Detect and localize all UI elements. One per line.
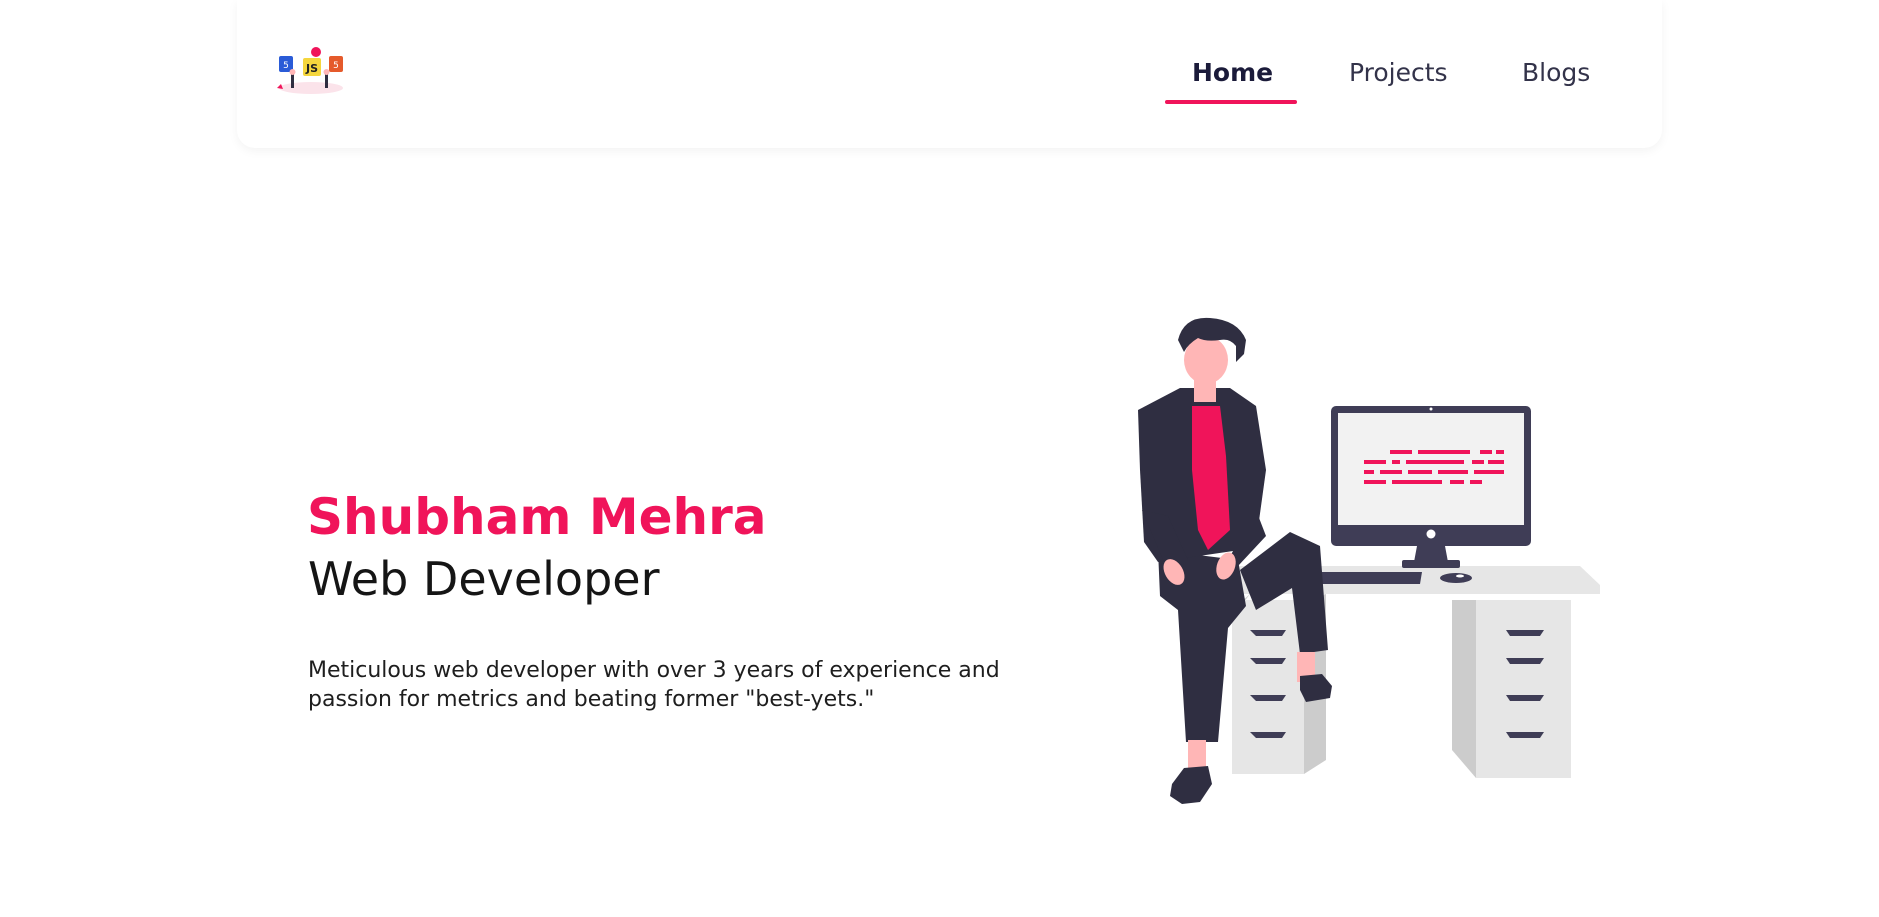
hero-description: Meticulous web developer with over 3 yea… — [308, 658, 1000, 712]
nav-active-indicator — [1165, 100, 1297, 104]
nav-home[interactable]: Home — [1192, 58, 1273, 87]
nav-blogs[interactable]: Blogs — [1522, 58, 1590, 87]
developer-at-desk-icon — [1138, 317, 1600, 804]
main-nav: Home Projects Blogs — [237, 44, 1662, 104]
hero-role: Web Developer — [308, 552, 660, 606]
nav-projects[interactable]: Projects — [1349, 58, 1448, 87]
hero-name: Shubham Mehra — [307, 488, 767, 546]
site-header: 5 JS 5 Home Projects Blogs — [237, 0, 1662, 148]
hero-illustration — [1060, 310, 1600, 820]
